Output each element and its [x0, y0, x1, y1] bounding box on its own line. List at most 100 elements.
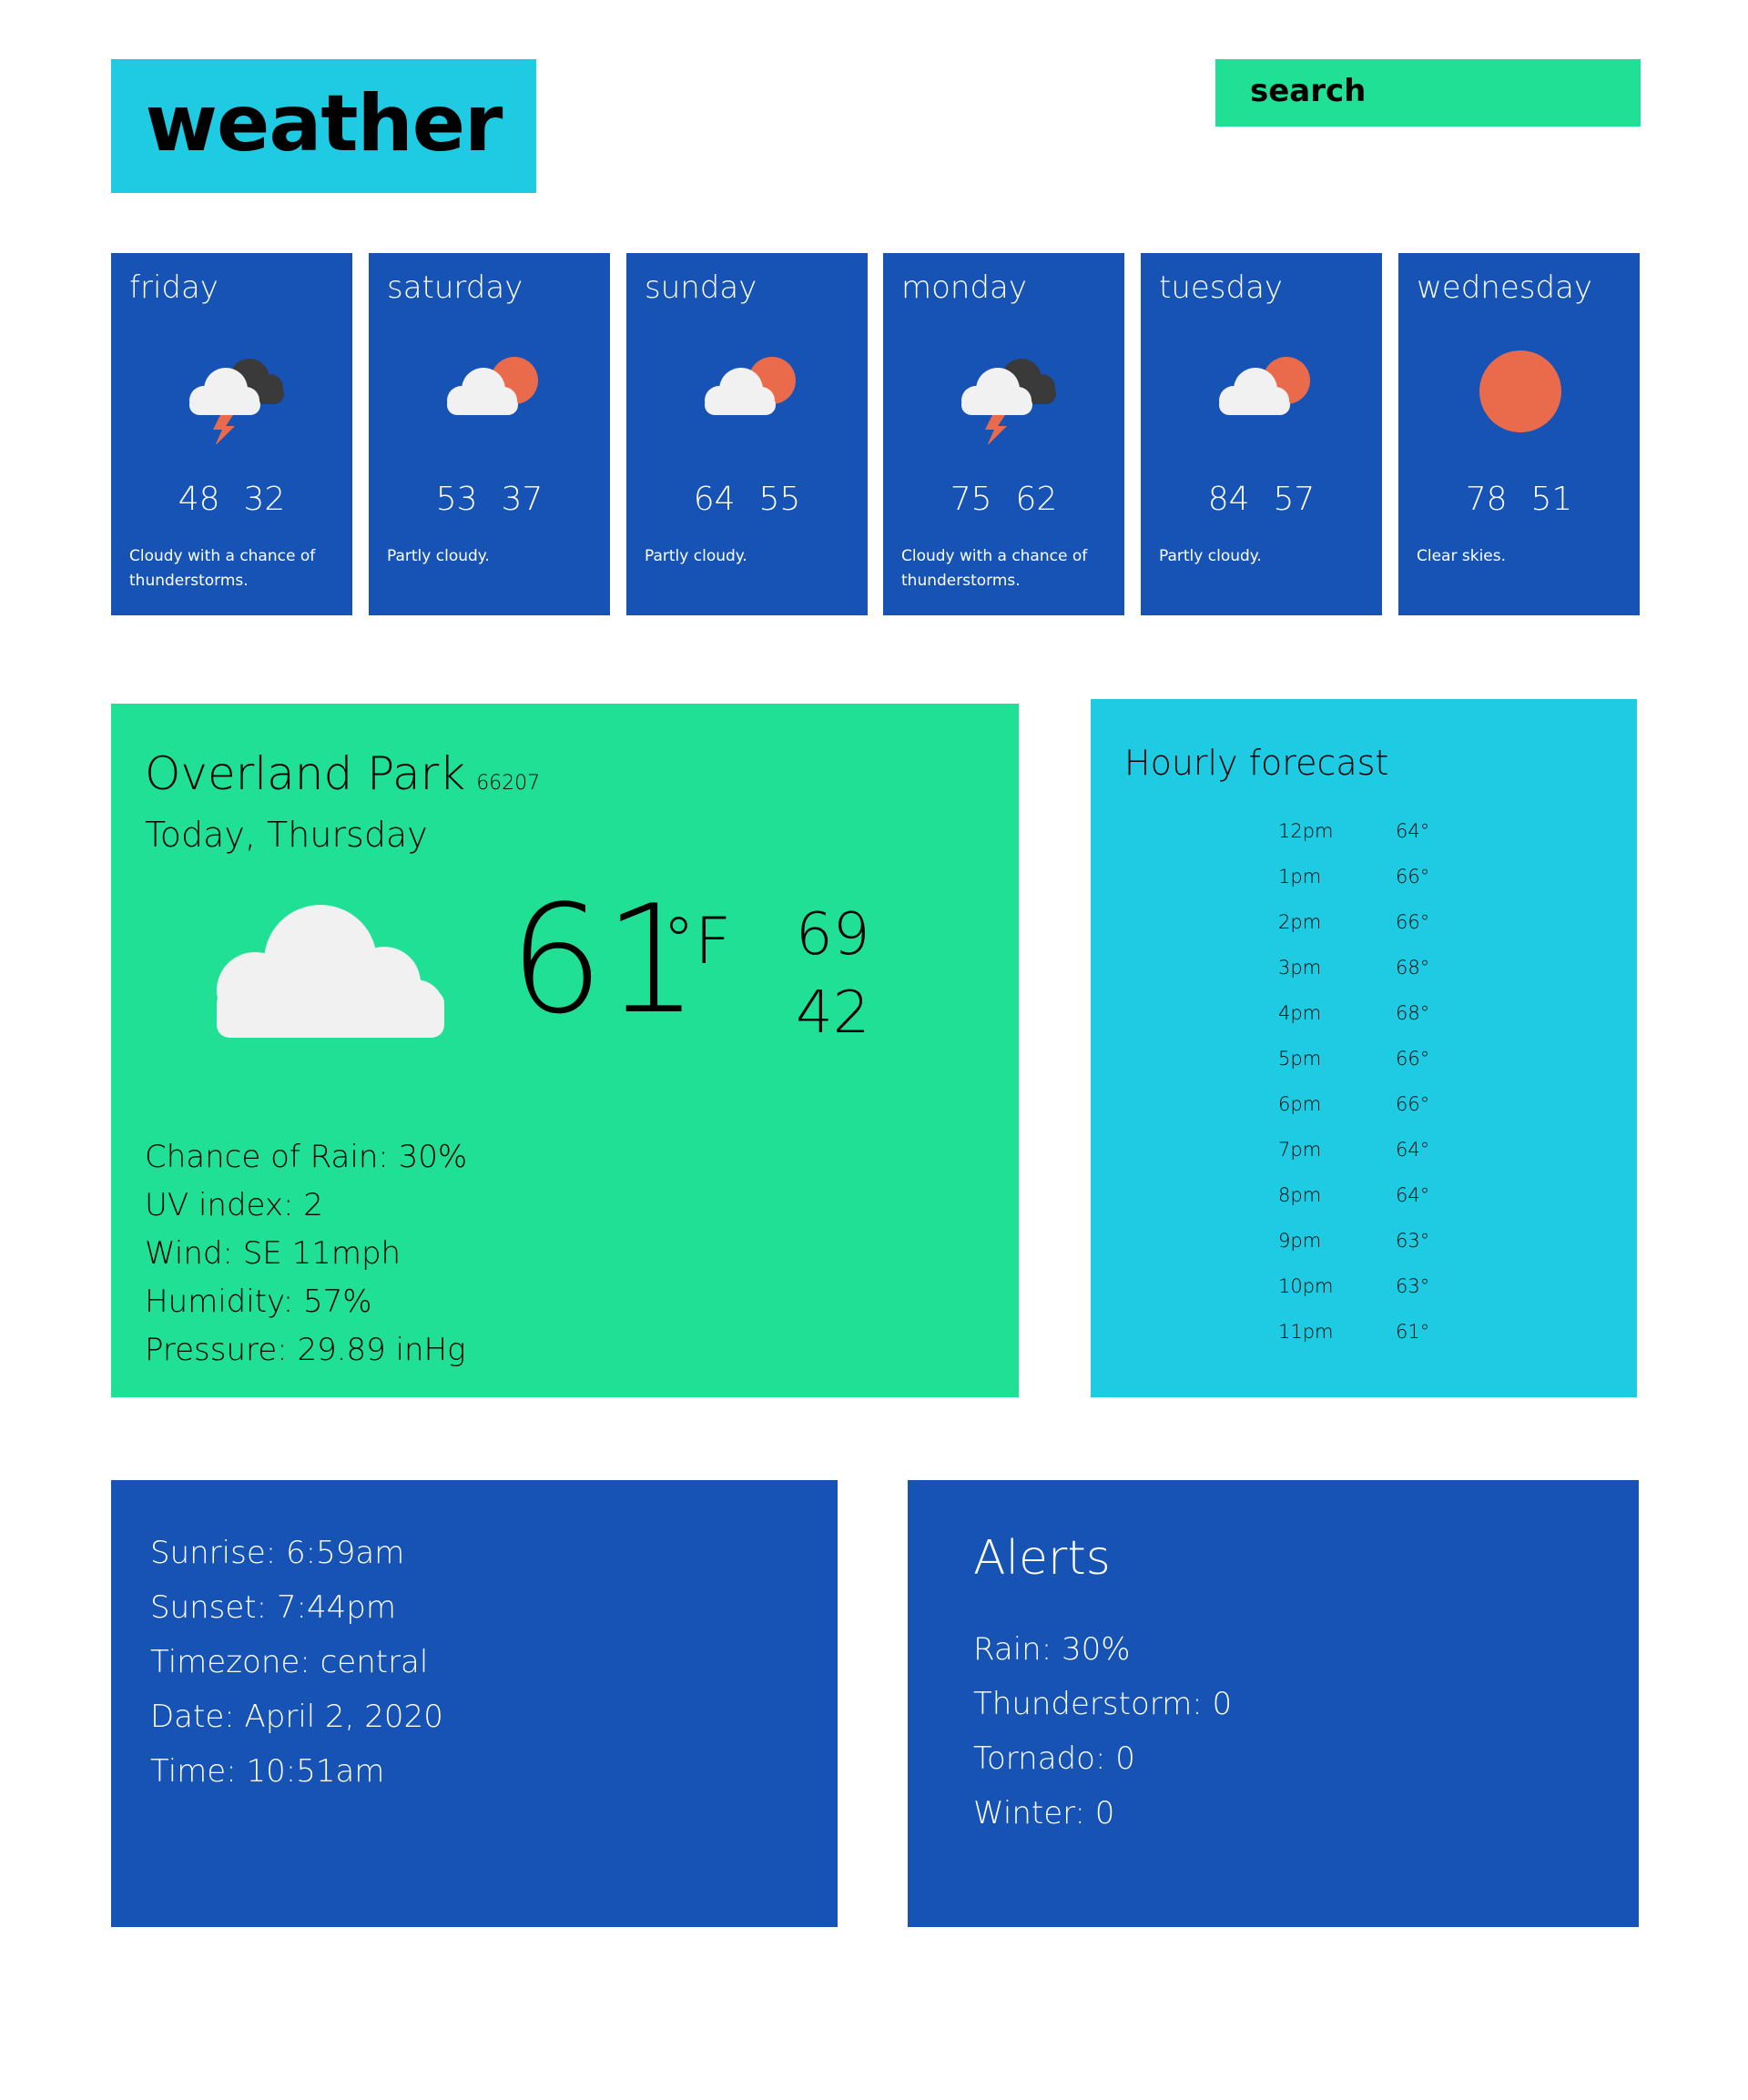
temperature-unit: °F — [663, 904, 732, 979]
search-input[interactable]: search — [1215, 59, 1641, 127]
today-high: 69 — [796, 901, 870, 969]
hourly-time: 8pm — [1278, 1184, 1322, 1206]
forecast-card-tuesday[interactable]: tuesday 84 57 Partly cloudy. — [1141, 253, 1382, 615]
sunrise: Sunrise: 6:59am — [150, 1535, 405, 1571]
hourly-temp: 64° — [1396, 1184, 1430, 1206]
forecast-day: wednesday — [1417, 269, 1593, 306]
forecast-card-monday[interactable]: monday 75 62 Cloudy with a chance of thun… — [883, 253, 1124, 615]
alert-thunderstorm: Thunderstorm: 0 — [973, 1686, 1233, 1722]
hourly-temp: 66° — [1396, 866, 1430, 888]
forecast-high: 53 — [435, 481, 478, 518]
hourly-forecast-title: Hourly forecast — [1124, 743, 1389, 783]
forecast-high: 64 — [693, 481, 736, 518]
storm-cloud-icon — [189, 359, 284, 444]
alerts-title: Alerts — [973, 1531, 1111, 1586]
hourly-time: 2pm — [1278, 911, 1322, 933]
forecast-description: Cloudy with a chance of thunderstorms. — [901, 547, 1088, 590]
forecast-low: 37 — [501, 481, 544, 518]
wind: Wind: SE 11mph — [145, 1235, 401, 1272]
forecast-high: 78 — [1465, 481, 1508, 518]
sunset: Sunset: 7:44pm — [150, 1589, 396, 1626]
hourly-time: 11pm — [1278, 1321, 1334, 1343]
pressure: Pressure: 29.89 inHg — [145, 1332, 466, 1368]
hourly-time: 3pm — [1278, 957, 1322, 979]
forecast-day: friday — [129, 269, 218, 306]
hourly-forecast-panel: Hourly forecast 12pm 64° 1pm 66° 2pm 66° 3p… — [1091, 699, 1637, 1397]
forecast-description: Clear skies. — [1417, 547, 1507, 565]
forecast-day: sunday — [645, 269, 757, 306]
partly-cloudy-icon — [705, 357, 796, 415]
forecast-card-friday[interactable]: friday 48 32 Cloudy with a chance of thun… — [111, 253, 352, 615]
alert-tornado: Tornado: 0 — [973, 1740, 1135, 1777]
app-logo-text: weather — [145, 77, 503, 169]
current-day: Today, Thursday — [145, 815, 428, 855]
hourly-temp: 68° — [1396, 957, 1430, 979]
forecast-day: saturday — [387, 269, 523, 306]
hourly-temp: 63° — [1396, 1230, 1430, 1252]
sun-info-panel: Sunrise: 6:59am Sunset: 7:44pm Timezone:… — [111, 1480, 838, 1927]
alerts-list: Rain: 30% Thunderstorm: 0 Tornado: 0 Win… — [973, 1622, 1232, 1841]
hourly-temp: 66° — [1396, 911, 1430, 933]
forecast-high: 75 — [950, 481, 992, 518]
forecast-temps: 48 32 — [111, 481, 352, 518]
forecast-temps: 64 55 — [626, 481, 868, 518]
lightning-bolt — [213, 415, 235, 444]
time: Time: 10:51am — [150, 1753, 385, 1790]
forecast-low: 62 — [1015, 481, 1058, 518]
city-heading: Overland Park 66207 — [145, 747, 540, 800]
hourly-temp: 64° — [1396, 820, 1430, 842]
hourly-temp: 64° — [1396, 1139, 1430, 1161]
today-low: 42 — [796, 979, 870, 1047]
forecast-description: Partly cloudy. — [1159, 547, 1262, 565]
cloud-icon — [217, 905, 444, 1038]
alert-winter: Winter: 0 — [973, 1795, 1115, 1831]
hourly-temp: 63° — [1396, 1275, 1430, 1297]
hourly-time: 9pm — [1278, 1230, 1322, 1252]
current-details: Chance of Rain: 30% UV index: 2 Wind: SE… — [145, 1133, 467, 1375]
lightning-bolt — [985, 415, 1007, 444]
partly-cloudy-icon — [447, 357, 538, 415]
hourly-time: 1pm — [1278, 866, 1322, 888]
partly-cloudy-icon — [1219, 357, 1310, 415]
storm-cloud-icon — [961, 359, 1056, 444]
hourly-temp: 68° — [1396, 1002, 1430, 1024]
hourly-temp: 66° — [1396, 1048, 1430, 1070]
sun-icon — [1479, 350, 1561, 432]
forecast-low: 55 — [758, 481, 801, 518]
hourly-time: 7pm — [1278, 1139, 1322, 1161]
hourly-time: 10pm — [1278, 1275, 1334, 1297]
date: Date: April 2, 2020 — [150, 1699, 443, 1735]
humidity: Humidity: 57% — [145, 1283, 372, 1320]
forecast-description: Partly cloudy. — [645, 547, 747, 565]
forecast-low: 32 — [243, 481, 286, 518]
uv-index: UV index: 2 — [145, 1187, 323, 1223]
forecast-card-saturday[interactable]: saturday 53 37 Partly cloudy. — [369, 253, 610, 615]
app-logo[interactable]: weather — [111, 59, 536, 193]
alerts-panel: Alerts Rain: 30% Thunderstorm: 0 Tornado… — [908, 1480, 1639, 1927]
timezone: Timezone: central — [150, 1644, 429, 1680]
forecast-low: 51 — [1530, 481, 1573, 518]
rain-chance: Chance of Rain: 30% — [145, 1139, 468, 1175]
forecast-card-wednesday[interactable]: wednesday 78 51 Clear skies. — [1398, 253, 1640, 615]
forecast-description: Partly cloudy. — [387, 547, 490, 565]
forecast-temps: 78 51 — [1398, 481, 1640, 518]
current-weather-panel: Overland Park 66207 Today, Thursday 61 °F… — [111, 704, 1019, 1397]
forecast-temps: 53 37 — [369, 481, 610, 518]
hourly-time: 4pm — [1278, 1002, 1322, 1024]
zip-code: 66207 — [476, 772, 541, 795]
forecast-card-sunday[interactable]: sunday 64 55 Partly cloudy. — [626, 253, 868, 615]
forecast-low: 57 — [1273, 481, 1316, 518]
hourly-temp: 66° — [1396, 1093, 1430, 1115]
forecast-day: monday — [901, 269, 1028, 306]
forecast-high: 48 — [178, 481, 220, 518]
forecast-temps: 75 62 — [883, 481, 1124, 518]
alert-rain: Rain: 30% — [973, 1631, 1131, 1668]
forecast-description: Cloudy with a chance of thunderstorms. — [129, 547, 316, 590]
hourly-time: 12pm — [1278, 820, 1334, 842]
city-name: Overland Park — [145, 747, 466, 800]
forecast-day: tuesday — [1159, 269, 1284, 306]
sun-shape — [1479, 350, 1561, 432]
hourly-temp: 61° — [1396, 1321, 1430, 1343]
hourly-time: 5pm — [1278, 1048, 1322, 1070]
forecast-high: 84 — [1207, 481, 1250, 518]
